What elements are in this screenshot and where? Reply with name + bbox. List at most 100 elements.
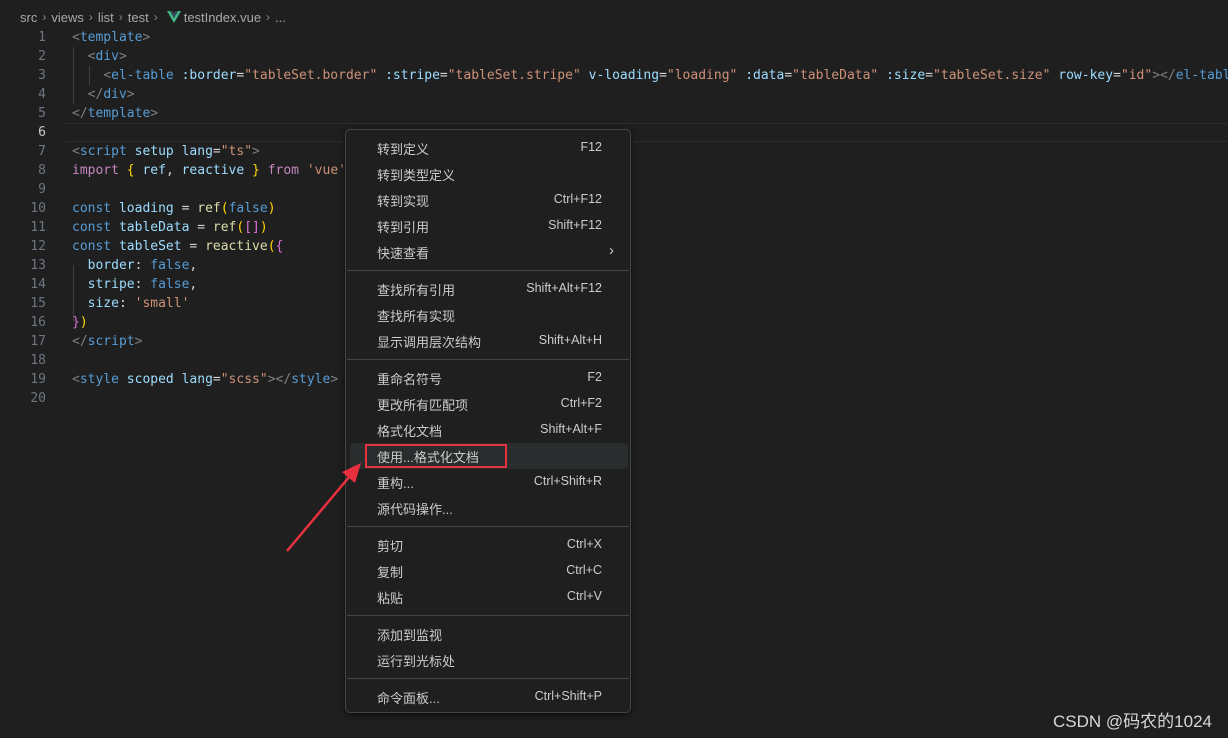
code-line[interactable]: 3 <el-table :border="tableSet.border" :s… [0, 66, 1228, 85]
code-token: = [1113, 68, 1121, 83]
line-number: 2 [38, 49, 46, 64]
menu-item-label: 重命名符号 [377, 372, 443, 387]
line-number: 6 [38, 125, 46, 140]
code-line[interactable]: 4 </div> [0, 85, 1228, 104]
menu-item-cut[interactable]: 剪切 Ctrl+X [350, 532, 628, 558]
menu-item-label: 重构... [377, 476, 414, 491]
menu-item-find-all-implementations[interactable]: 查找所有实现 [350, 302, 628, 328]
code-token: false [150, 258, 190, 273]
code-line[interactable]: 1 <template> [0, 28, 1228, 47]
menu-item-format-document[interactable]: 格式化文档 Shift+Alt+F [350, 417, 628, 443]
code-token: } [72, 315, 80, 330]
code-token: lang [181, 144, 213, 159]
menu-item-add-to-watch[interactable]: 添加到监视 [350, 621, 628, 647]
line-number: 9 [38, 182, 46, 197]
menu-item-peek[interactable]: 快速查看 › [350, 239, 628, 265]
code-line[interactable]: 5 </template> [0, 104, 1228, 123]
code-token: style [291, 372, 331, 387]
code-token: style [79, 372, 119, 387]
code-token: = [212, 144, 221, 159]
code-text: <script setup lang="ts"> [72, 142, 260, 161]
code-token: : [134, 277, 151, 292]
code-token: ></ [267, 372, 292, 387]
code-token: , [189, 277, 198, 292]
line-number: 11 [30, 220, 46, 235]
line-number: 8 [38, 163, 46, 178]
menu-item-label: 复制 [377, 565, 404, 580]
code-text: stripe: false, [72, 275, 198, 294]
code-token: const [72, 239, 112, 254]
menu-item-copy[interactable]: 复制 Ctrl+C [350, 558, 628, 584]
code-token: : [118, 296, 135, 311]
code-line[interactable]: 2 <div> [0, 47, 1228, 66]
breadcrumb-test[interactable]: test [128, 10, 149, 25]
menu-item-shortcut: Shift+Alt+H [538, 333, 602, 347]
code-token: > [134, 334, 143, 349]
code-token: "id" [1120, 68, 1153, 83]
line-number: 4 [38, 87, 46, 102]
menu-separator [347, 526, 629, 527]
line-number: 15 [30, 296, 46, 311]
menu-item-shortcut: Shift+F12 [548, 218, 602, 232]
code-token: 'vue' [306, 163, 346, 178]
breadcrumb-views[interactable]: views [51, 10, 84, 25]
menu-item-find-all-references[interactable]: 查找所有引用 Shift+Alt+F12 [350, 276, 628, 302]
code-token: ref [142, 163, 166, 178]
code-token: ( [267, 239, 276, 254]
code-token: > [142, 30, 151, 45]
code-token: "tableSet.size" [933, 68, 1051, 83]
code-token: = [659, 68, 667, 83]
code-token: div [95, 49, 119, 64]
code-token: ></ [1152, 68, 1176, 83]
breadcrumb-list[interactable]: list [98, 10, 114, 25]
code-token: < [103, 68, 112, 83]
menu-item-paste[interactable]: 粘贴 Ctrl+V [350, 584, 628, 610]
menu-item-go-to-definition[interactable]: 转到定义 F12 [350, 135, 628, 161]
menu-item-source-action[interactable]: 源代码操作... [350, 495, 628, 521]
menu-item-change-all-occurrences[interactable]: 更改所有匹配项 Ctrl+F2 [350, 391, 628, 417]
code-token: false [150, 277, 190, 292]
menu-item-show-call-hierarchy[interactable]: 显示调用层次结构 Shift+Alt+H [350, 328, 628, 354]
code-token: false [228, 201, 268, 216]
code-text: const tableData = ref([]) [72, 218, 268, 237]
menu-item-shortcut: Ctrl+Shift+R [533, 474, 602, 488]
code-text: </script> [72, 332, 142, 351]
code-token: size [87, 296, 119, 311]
menu-item-format-document-with[interactable]: 使用...格式化文档 [350, 443, 628, 469]
line-number: 5 [38, 106, 46, 121]
menu-item-run-to-cursor[interactable]: 运行到光标处 [350, 647, 628, 673]
menu-item-shortcut: Ctrl+C [566, 563, 602, 577]
menu-item-go-to-references[interactable]: 转到引用 Shift+F12 [350, 213, 628, 239]
menu-item-label: 命令面板... [377, 691, 440, 706]
menu-item-label: 粘贴 [377, 591, 404, 606]
code-token: = [189, 220, 213, 235]
code-token: :stripe [385, 68, 440, 83]
code-token: scoped [126, 372, 174, 387]
chevron-right-icon: › [266, 10, 271, 24]
menu-item-shortcut: Shift+Alt+F [540, 422, 602, 436]
menu-item-command-palette[interactable]: 命令面板... Ctrl+Shift+P [350, 684, 628, 710]
menu-item-label: 查找所有引用 [377, 283, 456, 298]
breadcrumb-src[interactable]: src [20, 10, 37, 25]
menu-item-rename-symbol[interactable]: 重命名符号 F2 [350, 365, 628, 391]
breadcrumb-file[interactable]: testIndex.vue [184, 10, 261, 25]
code-token: > [252, 144, 260, 159]
code-token: tableData [118, 220, 190, 235]
menu-item-label: 显示调用层次结构 [377, 335, 482, 350]
code-token: ) [267, 201, 276, 216]
breadcrumb-symbols[interactable]: ... [275, 10, 286, 25]
menu-item-go-to-type-definition[interactable]: 转到类型定义 [350, 161, 628, 187]
menu-item-refactor[interactable]: 重构... Ctrl+Shift+R [350, 469, 628, 495]
code-token: el-table [1175, 68, 1228, 83]
code-token: const [72, 220, 112, 235]
menu-item-go-to-implementations[interactable]: 转到实现 Ctrl+F12 [350, 187, 628, 213]
